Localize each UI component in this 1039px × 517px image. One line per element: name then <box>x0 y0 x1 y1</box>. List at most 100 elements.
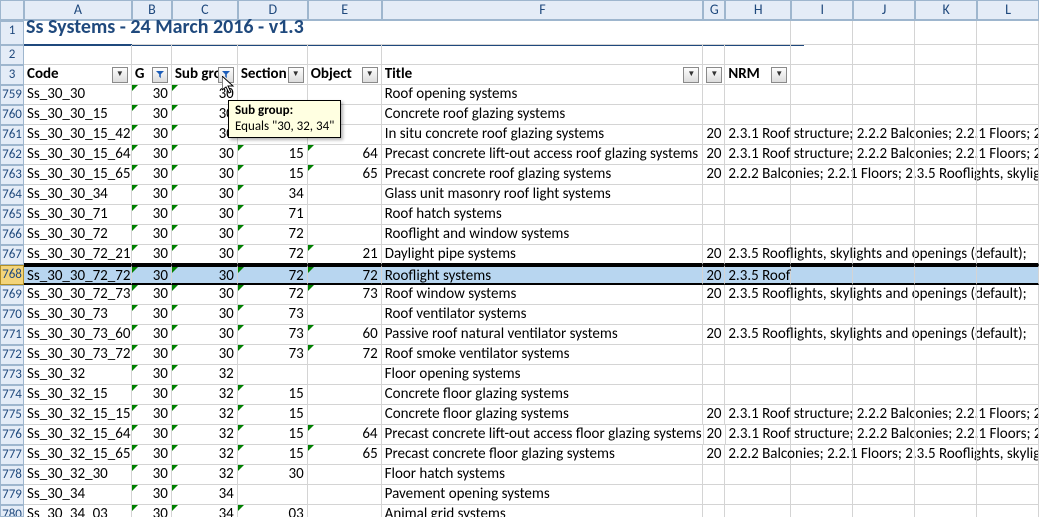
cell[interactable] <box>791 285 853 305</box>
col-header-G[interactable]: G <box>703 0 725 20</box>
cell[interactable] <box>791 105 853 125</box>
row-header-2[interactable]: 2 <box>0 45 24 65</box>
cell[interactable] <box>977 305 1039 325</box>
cell-object[interactable] <box>308 225 382 245</box>
row-header-3[interactable]: 3 <box>0 65 24 85</box>
cell-subgroup[interactable]: 34 <box>172 485 238 505</box>
cell-section[interactable]: 03 <box>238 505 308 517</box>
cell[interactable] <box>791 425 853 445</box>
cell-g2[interactable] <box>703 105 725 125</box>
cell-code[interactable]: Ss_30_32_15_65 <box>24 445 132 465</box>
cell-group[interactable]: 30 <box>132 465 172 485</box>
cell-code[interactable]: Ss_30_34 <box>24 485 132 505</box>
cell-section[interactable]: 73 <box>238 345 308 365</box>
cell-code[interactable]: Ss_30_30_15_64 <box>24 145 132 165</box>
cell[interactable] <box>915 105 977 125</box>
header-g2[interactable]: ▼ <box>703 65 725 85</box>
cell-section[interactable]: 72 <box>238 245 308 265</box>
cell-code[interactable]: Ss_30_32_30 <box>24 465 132 485</box>
table-row[interactable]: 763Ss_30_30_15_6530301565Precast concret… <box>0 165 1039 185</box>
cell-g2[interactable] <box>703 205 725 225</box>
cell-group[interactable]: 30 <box>132 505 172 517</box>
cell-title[interactable]: Roof opening systems <box>382 85 704 105</box>
cell-section[interactable]: 34 <box>238 185 308 205</box>
cell-object[interactable] <box>308 205 382 225</box>
cell-group[interactable]: 30 <box>132 205 172 225</box>
cell-g2[interactable]: 20 <box>703 445 725 465</box>
cell-nrm[interactable]: 2.3.5 Rooflights, skylights and openings… <box>725 245 791 265</box>
cell[interactable] <box>853 305 915 325</box>
cell-group[interactable]: 30 <box>132 85 172 105</box>
cell-object[interactable] <box>308 185 382 205</box>
cell-group[interactable]: 30 <box>132 105 172 125</box>
cell-title[interactable]: Precast concrete floor glazing systems <box>382 445 704 465</box>
cell-section[interactable] <box>238 365 308 385</box>
filter-button-section[interactable]: ▼ <box>288 67 304 83</box>
cell-code[interactable]: Ss_30_32_15_64 <box>24 425 132 445</box>
cell-section[interactable]: 15 <box>238 165 308 185</box>
cell-title[interactable]: Rooflight and window systems <box>382 225 704 245</box>
cell-code[interactable]: Ss_30_30_34 <box>24 185 132 205</box>
filter-button-code[interactable]: ▼ <box>112 67 128 83</box>
cell[interactable] <box>791 405 853 425</box>
cell[interactable] <box>853 245 915 265</box>
cell-subgroup[interactable]: 32 <box>172 465 238 485</box>
cell[interactable] <box>853 225 915 245</box>
cell-subgroup[interactable]: 30 <box>172 245 238 265</box>
cell-object[interactable]: 65 <box>308 445 382 465</box>
cell-section[interactable] <box>238 485 308 505</box>
cell-code[interactable]: Ss_30_32 <box>24 365 132 385</box>
table-row[interactable]: 769Ss_30_30_72_7330307273Roof window sys… <box>0 285 1039 305</box>
cell[interactable] <box>853 425 915 445</box>
cell-title[interactable]: Animal grid systems <box>382 505 704 517</box>
cell[interactable] <box>977 285 1039 305</box>
cell-code[interactable]: Ss_30_30_73_72 <box>24 345 132 365</box>
cell-code[interactable]: Ss_30_32_15 <box>24 385 132 405</box>
table-row[interactable]: 776Ss_30_32_15_6430321564Precast concret… <box>0 425 1039 445</box>
cell-g2[interactable] <box>703 505 725 517</box>
header-section[interactable]: Section ▼ <box>238 65 308 85</box>
cell-group[interactable]: 30 <box>132 165 172 185</box>
cell[interactable] <box>915 465 977 485</box>
table-row[interactable]: 759Ss_30_303030Roof opening systems <box>0 85 1039 105</box>
table-row[interactable]: 772Ss_30_30_73_7230307372Roof smoke vent… <box>0 345 1039 365</box>
cell-g2[interactable]: 20 <box>703 285 725 305</box>
cell[interactable] <box>791 85 853 105</box>
cell-code[interactable]: Ss_30_32_15_15 <box>24 405 132 425</box>
cell[interactable] <box>977 405 1039 425</box>
cell-object[interactable]: 72 <box>308 265 382 285</box>
cell-object[interactable]: 21 <box>308 245 382 265</box>
cell-code[interactable]: Ss_30_30_71 <box>24 205 132 225</box>
cell-code[interactable]: Ss_30_30_72 <box>24 225 132 245</box>
cell-object[interactable] <box>308 505 382 517</box>
cell-section[interactable]: 15 <box>238 145 308 165</box>
col-header-F[interactable]: F <box>382 0 704 20</box>
cell-g2[interactable] <box>703 365 725 385</box>
cell-nrm[interactable] <box>725 205 791 225</box>
cell-nrm[interactable] <box>725 225 791 245</box>
table-row[interactable]: 761Ss_30_30_15_42303015In situ concrete … <box>0 125 1039 145</box>
cell[interactable] <box>791 145 853 165</box>
col-header-J[interactable]: J <box>853 0 915 20</box>
cell[interactable] <box>977 425 1039 445</box>
cell[interactable] <box>853 465 915 485</box>
table-row[interactable]: 767Ss_30_30_72_2130307221Daylight pipe s… <box>0 245 1039 265</box>
row-header[interactable]: 780 <box>0 505 24 517</box>
cell-group[interactable]: 30 <box>132 225 172 245</box>
cell-title[interactable]: Concrete roof glazing systems <box>382 105 704 125</box>
cell-code[interactable]: Ss_30_30_72_21 <box>24 245 132 265</box>
cell-subgroup[interactable]: 30 <box>172 225 238 245</box>
cell[interactable] <box>977 385 1039 405</box>
cell-group[interactable]: 30 <box>132 265 172 285</box>
cell[interactable] <box>977 185 1039 205</box>
table-row[interactable]: 762Ss_30_30_15_6430301564Precast concret… <box>0 145 1039 165</box>
cell-subgroup[interactable]: 32 <box>172 445 238 465</box>
cell-object[interactable]: 64 <box>308 425 382 445</box>
cell[interactable] <box>791 345 853 365</box>
cell[interactable] <box>853 265 915 285</box>
cell[interactable] <box>791 305 853 325</box>
table-row[interactable]: 760Ss_30_30_153030Concrete roof glazing … <box>0 105 1039 125</box>
cell-object[interactable]: 73 <box>308 285 382 305</box>
table-row[interactable]: 770Ss_30_30_73303073Roof ventilator syst… <box>0 305 1039 325</box>
cell[interactable] <box>977 445 1039 465</box>
